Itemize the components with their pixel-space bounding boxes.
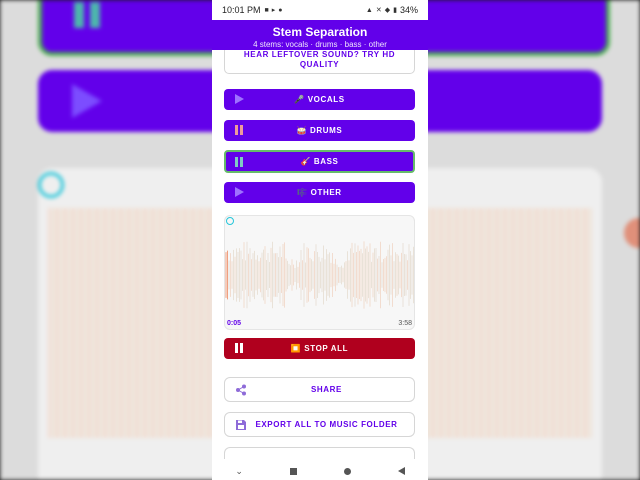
export-button[interactable]: EXPORT ALL TO MUSIC FOLDER — [224, 412, 415, 437]
total-time: 3:58 — [398, 320, 412, 327]
stem-label-bass: 🎸 BASS — [300, 157, 339, 166]
status-bar: 10:01 PM ■ ▸ ● ▲ ✕ ◆ ▮ 34% — [212, 0, 428, 20]
play-icon — [235, 94, 244, 104]
nav-bar: ⌄ — [212, 462, 428, 480]
background-circle — [38, 172, 64, 198]
next-card-partial — [224, 447, 415, 459]
seek-handle[interactable] — [226, 217, 234, 225]
stem-button-vocals[interactable]: 🎤 VOCALS — [224, 89, 415, 110]
current-time: 0:05 — [227, 320, 242, 327]
background-dot — [624, 218, 640, 248]
signal-icon: ▲ — [365, 6, 373, 14]
pause-icon — [235, 343, 238, 353]
stem-button-drums[interactable]: 🥁 DRUMS — [224, 120, 415, 141]
waveform-player[interactable]: 0:05 3:58 — [224, 215, 415, 330]
main-content: HEAR LEFTOVER SOUND? TRY HD QUALITY 🎤 VO… — [212, 50, 428, 462]
home-icon[interactable] — [343, 467, 351, 475]
battery-icon: ▮ — [393, 7, 397, 14]
battery-level: 34% — [399, 5, 418, 15]
phone-screen: 10:01 PM ■ ▸ ● ▲ ✕ ◆ ▮ 34% Stem Separati… — [212, 0, 428, 480]
pause-icon — [235, 157, 238, 167]
share-icon — [236, 384, 246, 396]
hd-quality-button[interactable]: HEAR LEFTOVER SOUND? TRY HD QUALITY — [224, 50, 415, 74]
stop-all-button[interactable]: ⏹️ STOP ALL — [224, 338, 415, 359]
app-bar: Stem Separation 4 stems: vocals · drums … — [212, 20, 428, 50]
page-title: Stem Separation — [272, 25, 368, 39]
recents-icon[interactable] — [289, 467, 297, 475]
waveform[interactable] — [225, 230, 415, 320]
video-icon: ■ — [264, 6, 269, 14]
play-icon — [235, 187, 244, 197]
record-icon: ▸ — [271, 7, 276, 14]
stop-all-label: ⏹️ STOP ALL — [290, 344, 349, 353]
page-subtitle: 4 stems: vocals · drums · bass · other — [253, 40, 387, 49]
share-label: SHARE — [310, 385, 342, 394]
stem-label-other: 🎼 OTHER — [297, 188, 342, 197]
stem-label-drums: 🥁 DRUMS — [296, 126, 343, 135]
stem-button-other[interactable]: 🎼 OTHER — [224, 182, 415, 203]
chevron-down-icon[interactable]: ⌄ — [235, 466, 243, 477]
share-button[interactable]: SHARE — [224, 377, 415, 402]
mute-icon: ✕ — [375, 7, 382, 14]
stem-button-bass[interactable]: 🎸 BASS — [224, 150, 415, 173]
save-icon — [236, 420, 246, 430]
hd-quality-label: HEAR LEFTOVER SOUND? TRY HD QUALITY — [243, 50, 396, 69]
export-label: EXPORT ALL TO MUSIC FOLDER — [255, 420, 398, 429]
status-time: 10:01 PM — [222, 5, 261, 15]
wifi-icon: ◆ — [384, 7, 391, 14]
circle-icon: ● — [278, 6, 283, 14]
pause-icon — [235, 125, 238, 135]
back-icon[interactable] — [397, 467, 405, 475]
stem-label-vocals: 🎤 VOCALS — [294, 95, 345, 104]
